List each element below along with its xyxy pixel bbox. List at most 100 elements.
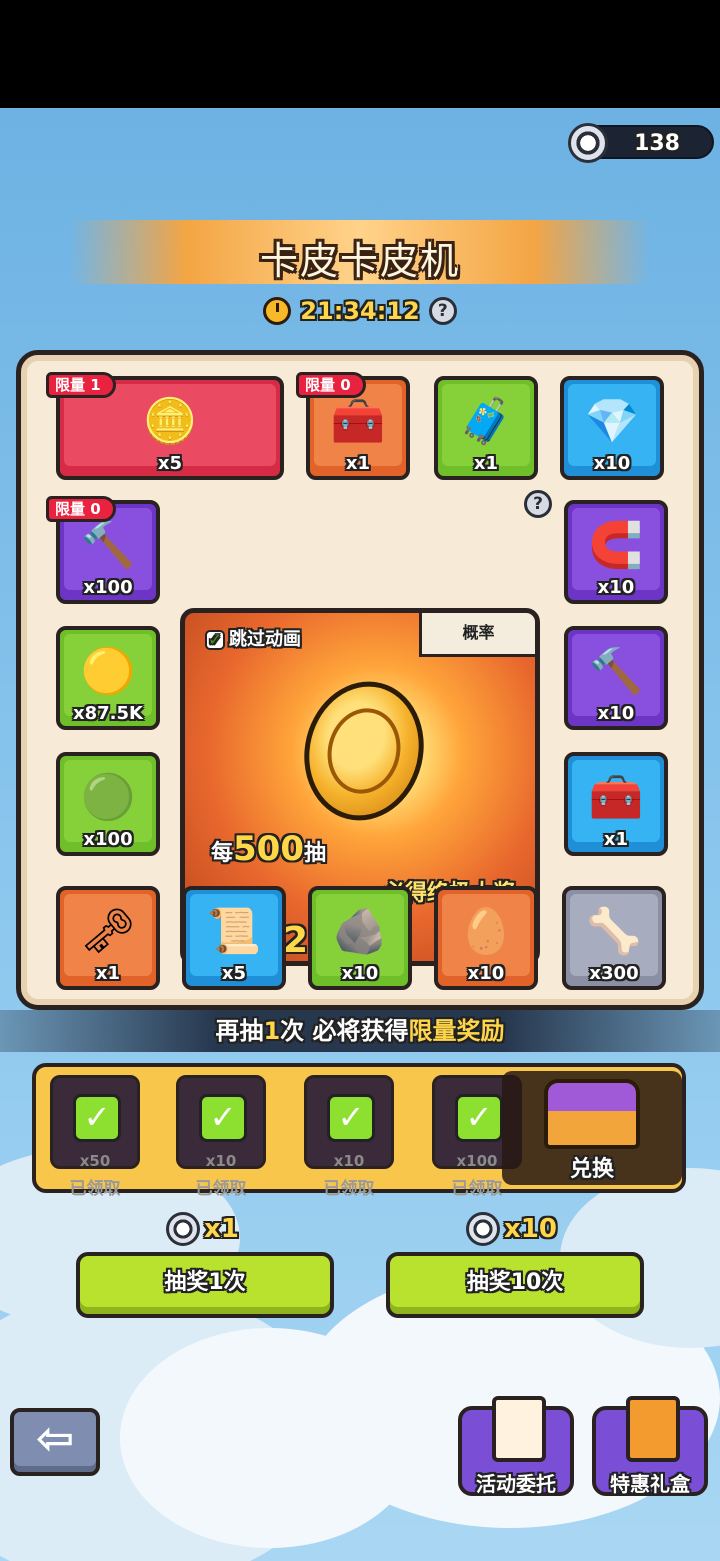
exchange-button[interactable]: 兑换 (502, 1071, 682, 1185)
per-draw-text: 每500抽 (211, 829, 326, 869)
crystal-icon: 💎 (584, 396, 640, 448)
horseshoe-icon: 🧲 (588, 520, 644, 572)
game-screen: 138 卡皮卡皮机 21:34:12 ? ✓跳过动画 概率 每500抽 必得终极… (0, 108, 720, 1561)
reward-slot[interactable]: 📜 x5 (182, 886, 286, 990)
ten-draw-cost: x10 (466, 1212, 557, 1246)
reward-count: x10 (597, 703, 635, 724)
event-tasks-button[interactable]: 活动委托 (458, 1396, 574, 1496)
big-treasure-chest-icon (544, 1079, 640, 1149)
rune-stone-icon: 🪨 (332, 906, 388, 958)
back-arrow-icon: ⇦ (35, 1411, 75, 1465)
per-count: 500 (233, 829, 304, 869)
silver-chest-icon: 🧳 (458, 396, 514, 448)
treasure-chest-icon: 🧰 (588, 772, 644, 824)
exchange-label: 兑换 (569, 1157, 614, 1182)
reward-slot[interactable]: 🦴 x300 (562, 886, 666, 990)
milestone-count: x10 (205, 1152, 237, 1170)
hammer-icon: 🔨 (588, 646, 644, 698)
currency-amount: 138 (634, 131, 680, 156)
reward-slot[interactable]: 💎 x10 (560, 376, 664, 480)
reward-slot[interactable]: 🟢 x100 (56, 752, 160, 856)
question-icon[interactable]: ? (428, 297, 457, 325)
milestone-item[interactable]: ✓ x10 已领取 (304, 1075, 394, 1199)
single-draw-cost: x1 (166, 1212, 239, 1246)
milestone-count: x50 (79, 1152, 111, 1170)
hammer-icon: 🔨 (80, 520, 136, 572)
reward-slot[interactable]: 🧰 x1 (564, 752, 668, 856)
event-tasks-label: 活动委托 (476, 1472, 556, 1496)
skip-animation-label: 跳过动画 (229, 629, 301, 650)
bone-icon: 🦴 (586, 906, 642, 958)
gold-ring-coin-icon: 🟡 (80, 646, 136, 698)
stopwatch-icon (263, 297, 292, 325)
per-suffix: 抽 (304, 841, 327, 866)
special-gift-label: 特惠礼盒 (610, 1472, 690, 1496)
milestone-status: 已领取 (69, 1179, 121, 1199)
token-coin-icon (466, 1212, 500, 1246)
reward-slot[interactable]: 🧳 x1 (434, 376, 538, 480)
reward-count: x10 (593, 453, 631, 474)
notice-reward: 限量奖励 (408, 1017, 505, 1045)
draw-once-button[interactable]: 抽奖1次 (76, 1252, 334, 1318)
reward-slot[interactable]: 🟡 x87.5K (56, 626, 160, 730)
odds-label: 概率 (462, 623, 495, 642)
page-title: 卡皮卡皮机 (259, 239, 460, 283)
currency-counter: 138 (568, 123, 714, 163)
back-button[interactable]: ⇦ (10, 1408, 100, 1476)
reward-count: x100 (83, 829, 133, 850)
milestone-status: 已领取 (195, 1179, 247, 1199)
check-icon: ✓ (199, 1094, 247, 1142)
scroll-map-icon: 📜 (206, 906, 262, 958)
token-coin-icon (166, 1212, 200, 1246)
per-prefix: 每 (211, 841, 234, 866)
gold-coin-icon: 🪙 (142, 396, 198, 448)
reward-count: x300 (589, 963, 639, 984)
milestone-item[interactable]: ✓ x50 已领取 (50, 1075, 140, 1199)
reward-count: x10 (467, 963, 505, 984)
reward-count: x10 (341, 963, 379, 984)
reward-count: x10 (597, 577, 635, 598)
purple-chest-icon: 🧰 (330, 396, 386, 448)
milestone-count: x10 (333, 1152, 365, 1170)
reward-count: x100 (83, 577, 133, 598)
token-coin-icon (568, 123, 608, 163)
key-icon: 🗝 (80, 906, 136, 958)
reward-count: x1 (345, 453, 371, 474)
special-gift-button[interactable]: 特惠礼盒 (592, 1396, 708, 1496)
cost-value: x1 (204, 1214, 239, 1244)
milestone-status: 已领取 (323, 1179, 375, 1199)
check-icon: ✓ (455, 1094, 503, 1142)
cloud-decoration (120, 1328, 420, 1548)
giant-gold-coin-icon (289, 668, 439, 834)
check-icon: ✓ (327, 1094, 375, 1142)
reward-count: x5 (221, 963, 247, 984)
title-banner: 卡皮卡皮机 (70, 220, 650, 284)
reward-slot[interactable]: 🥚 x10 (434, 886, 538, 990)
limit-tag: 限量 0 (296, 372, 366, 398)
reward-slot[interactable]: 🗝 x1 (56, 886, 160, 990)
cost-value: x10 (504, 1214, 557, 1244)
draw-ten-button[interactable]: 抽奖10次 (386, 1252, 644, 1318)
reward-slot[interactable]: 🧲 x10 (564, 500, 668, 604)
event-timer: 21:34:12 ? (0, 297, 720, 325)
milestone-item[interactable]: ✓ x10 已领取 (176, 1075, 266, 1199)
notice-part: 次 必将获得 (280, 1017, 409, 1045)
clipboard-icon (492, 1396, 546, 1462)
reward-slot[interactable]: 🪨 x10 (308, 886, 412, 990)
checkbox-icon: ✓ (205, 630, 225, 650)
gift-box-icon (626, 1396, 680, 1462)
notice-part: 再抽 (215, 1017, 264, 1045)
green-gem-icon: 🟢 (80, 772, 136, 824)
question-icon[interactable]: ? (524, 490, 552, 518)
reward-count: x1 (95, 963, 121, 984)
reward-slot[interactable]: 🔨 x10 (564, 626, 668, 730)
reward-count: x1 (603, 829, 629, 850)
limit-tag: 限量 0 (46, 496, 116, 522)
limit-notice-bar: 再抽1次 必将获得限量奖励 (0, 1010, 720, 1052)
milestone-rewards: ✓ x50 已领取 ✓ x10 已领取 ✓ x10 已领取 ✓ x100 已领取… (32, 1063, 686, 1199)
skip-animation-toggle[interactable]: ✓ 跳过动画 (205, 625, 301, 651)
reward-count: x1 (473, 453, 499, 474)
notice-count: 1 (263, 1017, 281, 1045)
odds-button[interactable]: 概率 (419, 613, 535, 657)
reward-count: x5 (157, 453, 183, 474)
